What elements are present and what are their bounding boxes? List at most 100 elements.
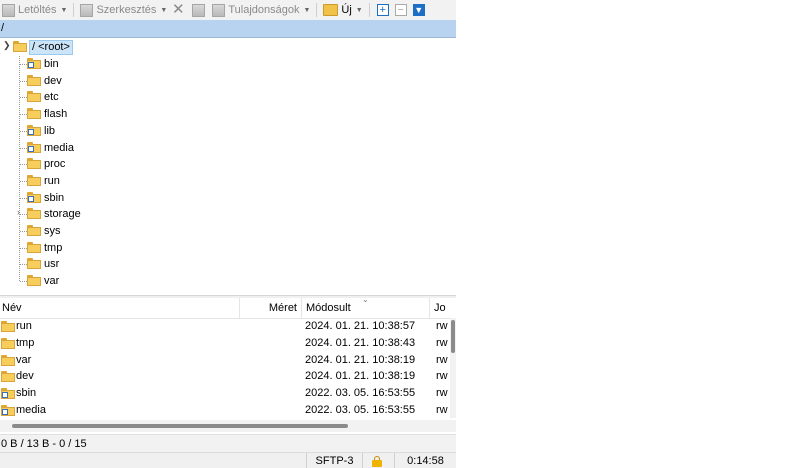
select-all-button[interactable]: +: [376, 3, 389, 16]
new-label: Új: [341, 4, 352, 16]
tree-item-label: storage: [44, 208, 81, 221]
connection-status-bar: SFTP-3 0:14:58: [0, 452, 456, 468]
tree-item-flash[interactable]: flash: [0, 106, 200, 122]
table-row[interactable]: dev 2024. 01. 21. 10:38:19 rw: [0, 368, 452, 385]
chevron-down-icon[interactable]: ▼: [61, 7, 68, 14]
file-name: var: [16, 353, 32, 366]
tree-item-tmp[interactable]: tmp: [0, 240, 200, 256]
toolbar-separator: [73, 3, 75, 17]
download-label: Letöltés: [18, 4, 57, 16]
tree-root[interactable]: ❯ / <root>: [0, 39, 80, 56]
file-modified: 2022. 03. 05. 16:53:55: [305, 404, 416, 416]
tree-item-usr[interactable]: usr: [0, 256, 200, 272]
file-rights: rw: [436, 370, 448, 383]
remote-toolbar: Letöltés ▼ Szerkesztés ▼ ✕ Tulajdonságok…: [0, 0, 456, 20]
path-bar[interactable]: /: [0, 20, 456, 38]
folder-icon: [27, 275, 41, 289]
vertical-scroll-thumb[interactable]: [451, 320, 455, 353]
minus-icon: −: [397, 3, 404, 16]
file-modified: 2024. 01. 21. 10:38:57: [305, 320, 416, 332]
tree-item-var[interactable]: var: [0, 273, 200, 289]
table-row[interactable]: run 2024. 01. 21. 10:38:57 rw: [0, 318, 452, 335]
column-size-header[interactable]: Méret: [240, 298, 302, 318]
rename-icon: [192, 3, 206, 17]
column-rights-header[interactable]: Jo: [430, 298, 452, 318]
file-rights: rw: [436, 320, 448, 332]
file-rights: rw: [436, 353, 448, 366]
tree-item-label: sbin: [44, 191, 65, 204]
folder-link-icon: [27, 58, 41, 72]
tree-item-label: usr: [44, 258, 60, 271]
tree-item-label: dev: [44, 74, 62, 87]
tree-guide-line: [20, 197, 27, 199]
expand-chevron-icon[interactable]: ›: [17, 207, 20, 217]
folder-icon: [27, 208, 41, 222]
tree-item-etc[interactable]: etc: [0, 89, 200, 105]
table-row[interactable]: var 2024. 01. 21. 10:38:19 rw: [0, 352, 452, 369]
tree-item-media[interactable]: media: [0, 140, 200, 156]
download-button[interactable]: Letöltés ▼: [0, 0, 69, 20]
horizontal-scrollbar[interactable]: [0, 420, 456, 432]
tree-guide-line: [20, 147, 27, 149]
tree-item-label: proc: [44, 158, 66, 171]
tree-item-label: sys: [44, 225, 61, 237]
tree-item-dev[interactable]: dev: [0, 73, 200, 89]
chevron-down-icon[interactable]: ▼: [160, 7, 167, 14]
tree-item-bin[interactable]: bin: [0, 56, 200, 72]
folder-icon: [27, 174, 41, 189]
file-modified: 2022. 03. 05. 16:53:55: [305, 387, 416, 400]
table-row[interactable]: sbin 2022. 03. 05. 16:53:55 rw: [0, 385, 452, 402]
selection-status: 0 B / 13 B - 0 / 15: [0, 434, 456, 452]
tree-guide-line: [20, 231, 27, 232]
file-modified: 2024. 01. 21. 10:38:19: [305, 370, 416, 383]
sort-descending-icon: ⌄: [362, 295, 369, 304]
file-modified: 2024. 01. 21. 10:38:43: [305, 336, 416, 349]
file-list: Név Méret Módosult Jo ⌄ run 2024. 01. 21.…: [0, 295, 456, 419]
directory-tree: ❯ / <root> bin dev etc flash lib media proc run…: [0, 39, 456, 295]
file-rights: rw: [436, 404, 448, 416]
unselect-button[interactable]: −: [394, 3, 407, 16]
filter-button[interactable]: ▼: [412, 4, 425, 16]
tree-guide-line: [20, 180, 27, 182]
tree-item-run[interactable]: run: [0, 173, 200, 189]
tree-guide-line: [20, 247, 27, 249]
tree-guide-line: [20, 281, 27, 283]
tree-item-lib[interactable]: lib: [0, 123, 200, 139]
table-row[interactable]: tmp 2024. 01. 21. 10:38:43 rw: [0, 335, 452, 352]
tree-guide-line: [20, 80, 27, 82]
horizontal-scroll-thumb[interactable]: [12, 424, 348, 428]
empty-area: [456, 0, 800, 468]
tree-item-label: tmp: [44, 241, 63, 254]
winscp-remote-panel: Letöltés ▼ Szerkesztés ▼ ✕ Tulajdonságok…: [0, 0, 456, 468]
edit-label: Szerkesztés: [96, 4, 157, 16]
expand-chevron-icon[interactable]: ❯: [3, 40, 11, 51]
table-row[interactable]: media 2022. 03. 05. 16:53:55 rw: [0, 402, 452, 419]
tree-guide-line: [20, 97, 27, 99]
chevron-down-icon[interactable]: ▼: [303, 7, 310, 14]
plus-icon: +: [379, 3, 386, 16]
column-name-header[interactable]: Név: [0, 298, 240, 318]
filter-icon: ▼: [414, 4, 424, 15]
folder-link-icon: [27, 191, 41, 206]
tree-guide-line: [20, 164, 27, 166]
protocol-indicator[interactable]: SFTP-3: [306, 453, 362, 468]
rename-button[interactable]: [190, 0, 210, 20]
delete-button[interactable]: ✕: [169, 0, 190, 20]
lock-icon: [372, 456, 382, 467]
file-rights: rw: [436, 387, 448, 400]
folder-icon: [27, 241, 41, 256]
tree-item-sys[interactable]: sys: [0, 223, 200, 239]
tree-item-sbin[interactable]: sbin: [0, 190, 200, 206]
tree-item-label: lib: [44, 124, 56, 137]
properties-button[interactable]: Tulajdonságok ▼: [210, 0, 312, 20]
file-rights: rw: [436, 336, 448, 349]
tree-item-proc[interactable]: proc: [0, 156, 200, 172]
folder-icon: [27, 74, 41, 89]
new-button[interactable]: Új ▼: [321, 0, 364, 20]
tree-item-storage[interactable]: › storage: [0, 206, 200, 222]
edit-button[interactable]: Szerkesztés ▼: [78, 0, 169, 20]
tree-item-label: etc: [44, 91, 59, 104]
chevron-down-icon[interactable]: ▼: [356, 7, 363, 14]
folder-link-icon: [27, 124, 41, 139]
folder-icon: [27, 91, 41, 105]
